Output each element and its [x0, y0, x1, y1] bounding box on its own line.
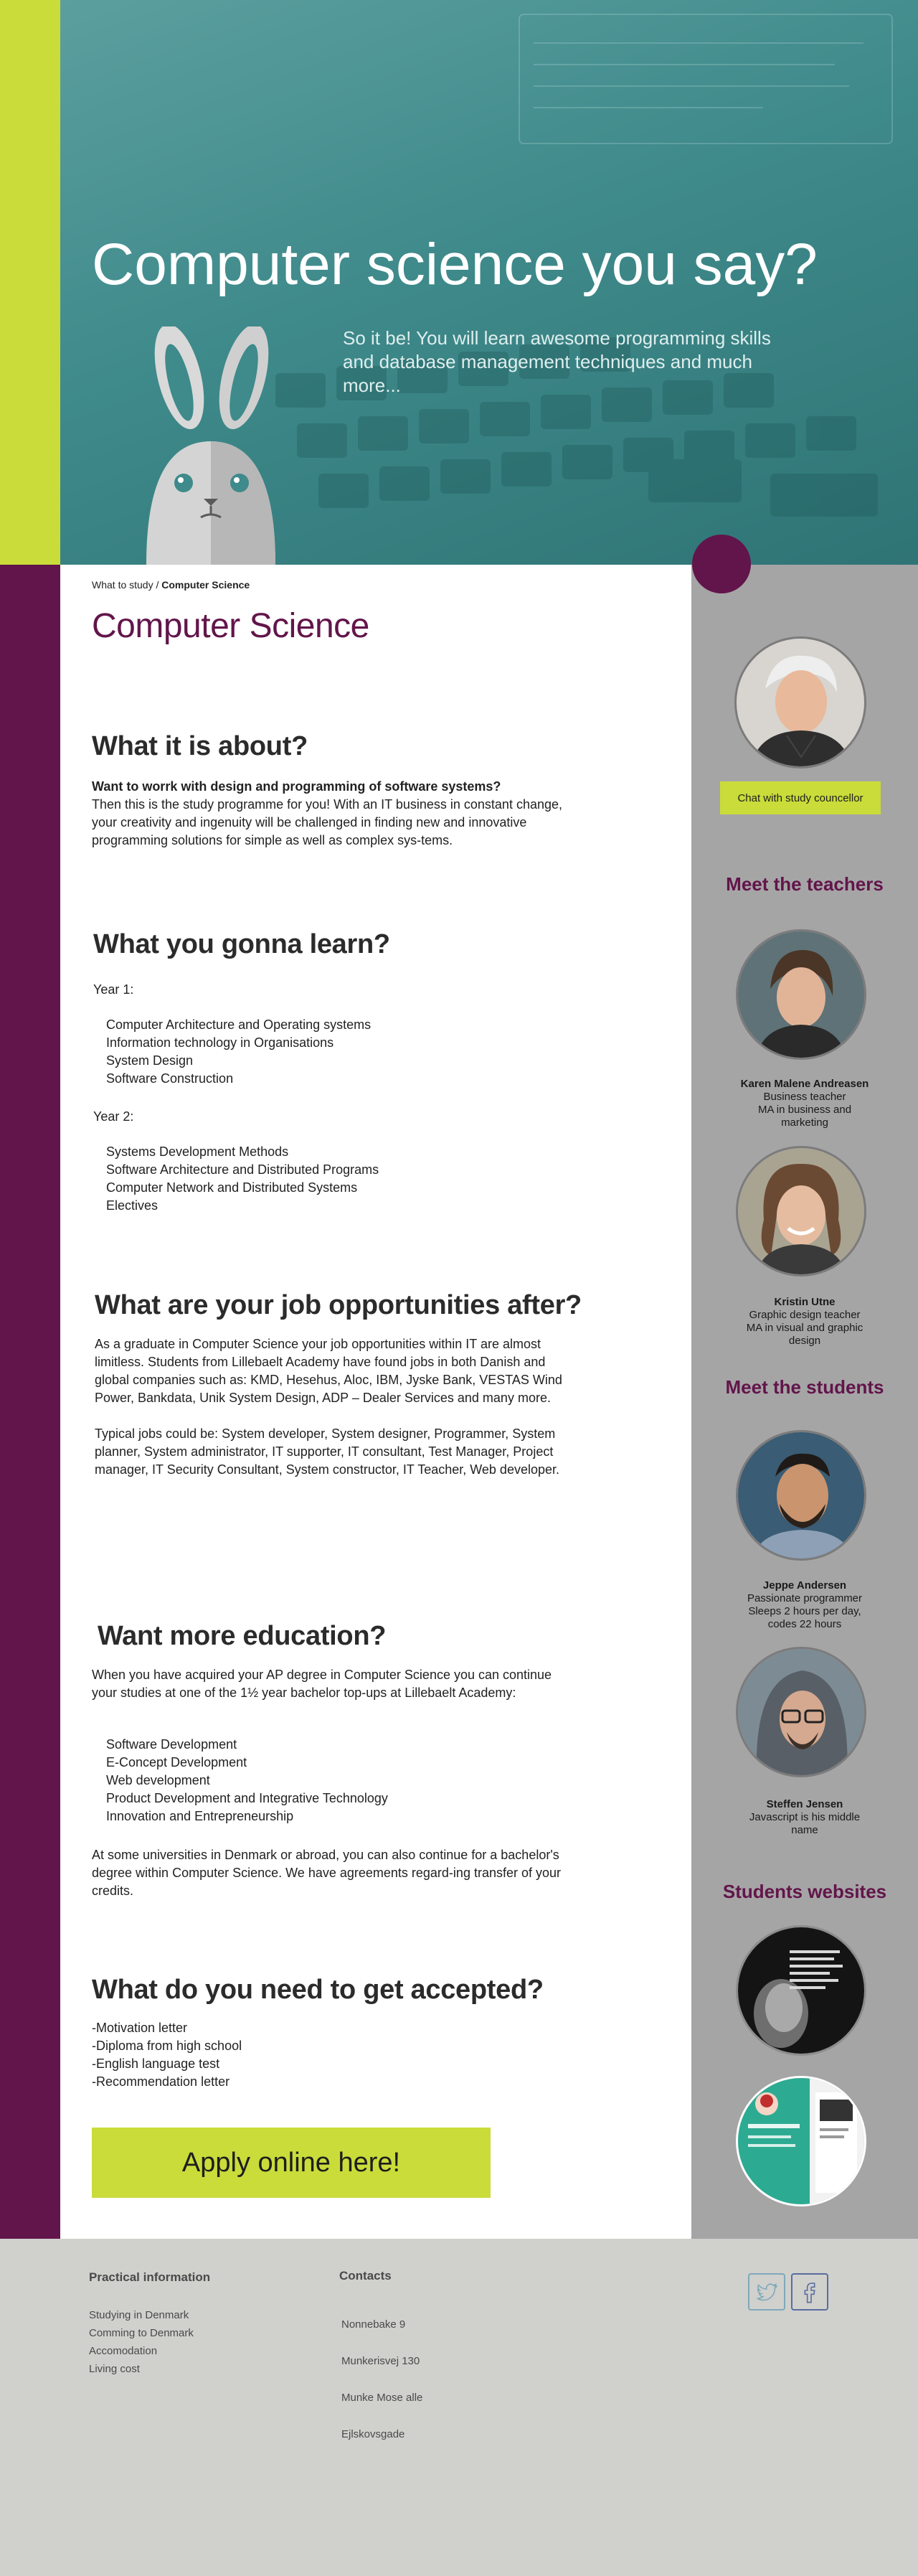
- hero-title: Computer science you say?: [92, 232, 818, 297]
- jobs-paragraph-2: Typical jobs could be: System developer,…: [95, 1426, 559, 1477]
- student-description: codes 22 hours: [767, 1618, 842, 1630]
- list-item: Software Development: [106, 1737, 237, 1752]
- jobs-heading: What are your job opportunities after?: [95, 1290, 582, 1320]
- footer-link[interactable]: Living cost: [89, 2360, 194, 2378]
- more-education-outro: At some universities in Denmark or abroa…: [92, 1848, 562, 1898]
- students-heading: Meet the students: [725, 1376, 884, 1398]
- student-description: Sleeps 2 hours per day,: [748, 1605, 861, 1617]
- practical-info-heading: Practical information: [89, 2270, 211, 2284]
- facebook-icon[interactable]: [791, 2273, 828, 2311]
- list-item: Electives: [106, 1198, 158, 1213]
- page-title: Computer Science: [92, 607, 369, 645]
- teacher-name: Kristin Utne: [774, 1296, 836, 1308]
- contacts-heading: Contacts: [339, 2269, 392, 2283]
- breadcrumb: What to study / Computer Science: [92, 579, 250, 591]
- contact-address: Ejlskovsgade: [341, 2428, 405, 2440]
- jobs-paragraph-1: As a graduate in Computer Science your j…: [95, 1337, 562, 1405]
- list-item: E-Concept Development: [106, 1755, 247, 1769]
- rabbit-mascot-icon: [146, 326, 275, 565]
- list-item: -English language test: [92, 2056, 220, 2071]
- top-up-programmes-list: Software Development E-Concept Developme…: [106, 1736, 388, 1825]
- list-item: Computer Network and Distributed Systems: [106, 1180, 358, 1195]
- list-item: -Recommendation letter: [92, 2074, 230, 2089]
- main-content: What to study / Computer Science Compute…: [60, 565, 691, 2239]
- teacher-avatar: [736, 1146, 866, 1277]
- contact-address: Munke Mose alle: [341, 2392, 423, 2404]
- more-education-intro: When you have acquired your AP degree in…: [92, 1668, 552, 1700]
- purple-dot-decoration: [692, 535, 751, 593]
- list-item: Software Construction: [106, 1071, 234, 1086]
- student-card: Jeppe Andersen Passionate programmer Sle…: [691, 1579, 918, 1631]
- student-card: Steffen Jensen Javascript is his middle …: [691, 1798, 918, 1837]
- footer-link[interactable]: Accomodation: [89, 2342, 194, 2360]
- hero-subtitle: So it be! You will learn awesome program…: [343, 327, 771, 396]
- breadcrumb-parent-link[interactable]: What to study /: [92, 579, 161, 591]
- list-item: Software Architecture and Distributed Pr…: [106, 1162, 379, 1177]
- accent-bar-lime: [0, 0, 60, 565]
- learn-heading: What you gonna learn?: [93, 929, 390, 959]
- teacher-degree: MA in visual and graphic: [746, 1322, 863, 1334]
- year1-list: Computer Architecture and Operating syst…: [106, 1016, 371, 1088]
- teacher-avatar: [736, 929, 866, 1060]
- footer: Practical information Studying in Denmar…: [0, 2239, 918, 2576]
- counsellor-avatar: [734, 636, 866, 768]
- about-body: Then this is the study programme for you…: [92, 797, 562, 847]
- contact-address: Nonnebake 9: [341, 2318, 406, 2331]
- teacher-degree: MA in business and: [757, 1104, 852, 1116]
- accent-bar-purple: [0, 565, 60, 2239]
- student-description: Passionate programmer: [747, 1592, 863, 1604]
- list-item: Innovation and Entrepreneurship: [106, 1809, 294, 1823]
- student-website-thumbnail[interactable]: [736, 1925, 866, 2056]
- requirements-heading: What do you need to get accepted?: [92, 1975, 544, 2005]
- contacts-list: Nonnebake 9 Munkerisvej 130 Munke Mose a…: [341, 2306, 422, 2453]
- about-lead: Want to worrk with design and programmin…: [92, 779, 501, 794]
- chat-with-counsellor-button[interactable]: Chat with study councellor: [720, 781, 881, 814]
- footer-link[interactable]: Comming to Denmark: [89, 2324, 194, 2342]
- student-avatar: [736, 1430, 866, 1561]
- list-item: -Motivation letter: [92, 2021, 188, 2035]
- year2-list: Systems Development Methods Software Arc…: [106, 1143, 379, 1215]
- teacher-role: Business teacher: [763, 1091, 846, 1103]
- student-description: Javascript is his middle: [749, 1811, 861, 1823]
- student-website-thumbnail[interactable]: [736, 2076, 866, 2206]
- list-item: Information technology in Organisations: [106, 1035, 334, 1050]
- student-websites-heading: Students websites: [722, 1881, 887, 1902]
- student-name: Steffen Jensen: [766, 1798, 843, 1810]
- year2-label: Year 2:: [93, 1109, 134, 1124]
- teacher-degree: marketing: [781, 1117, 828, 1129]
- teacher-name: Karen Malene Andreasen: [740, 1078, 869, 1090]
- more-education-heading: Want more education?: [98, 1621, 387, 1651]
- teachers-heading: Meet the teachers: [726, 873, 884, 895]
- teacher-card: Karen Malene Andreasen Business teacher …: [691, 1078, 918, 1129]
- twitter-icon[interactable]: [748, 2273, 785, 2311]
- list-item: Systems Development Methods: [106, 1144, 289, 1159]
- list-item: Product Development and Integrative Tech…: [106, 1791, 388, 1805]
- teacher-degree: design: [788, 1335, 821, 1347]
- year1-label: Year 1:: [93, 982, 134, 997]
- list-item: Computer Architecture and Operating syst…: [106, 1017, 372, 1032]
- breadcrumb-current: Computer Science: [161, 579, 250, 591]
- hero-banner: Computer science you say? So it be! You …: [60, 0, 918, 565]
- list-item: -Diploma from high school: [92, 2039, 242, 2053]
- requirements-list: -Motivation letter -Diploma from high sc…: [92, 2019, 242, 2091]
- teacher-card: Kristin Utne Graphic design teacher MA i…: [691, 1296, 918, 1348]
- about-text: Want to worrk with design and programmin…: [92, 778, 579, 850]
- apply-online-button[interactable]: Apply online here!: [92, 2128, 491, 2198]
- sidebar: Chat with study councellor Meet the teac…: [691, 565, 918, 2239]
- jobs-text: As a graduate in Computer Science your j…: [95, 1335, 575, 1479]
- student-name: Jeppe Andersen: [762, 1579, 847, 1592]
- practical-info-links: Studying in Denmark Comming to Denmark A…: [89, 2306, 194, 2378]
- student-description: name: [791, 1824, 818, 1836]
- about-heading: What it is about?: [92, 731, 308, 761]
- footer-link[interactable]: Studying in Denmark: [89, 2306, 194, 2324]
- teacher-role: Graphic design teacher: [749, 1309, 861, 1321]
- list-item: Web development: [106, 1773, 210, 1787]
- contact-address: Munkerisvej 130: [341, 2355, 420, 2367]
- list-item: System Design: [106, 1053, 194, 1068]
- student-avatar: [736, 1647, 866, 1777]
